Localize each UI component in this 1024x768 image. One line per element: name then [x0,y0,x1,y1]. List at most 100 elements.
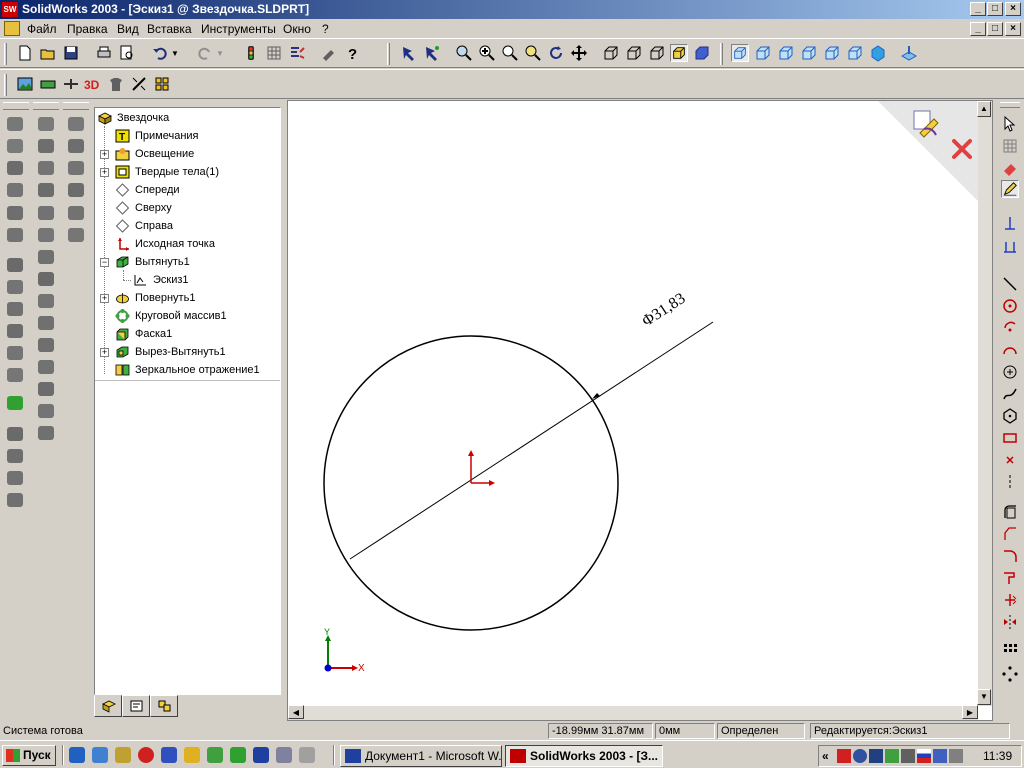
network-tray-icon[interactable] [869,749,883,763]
arrows-icon[interactable] [62,75,80,93]
menu-help[interactable]: ? [322,22,329,36]
maximize-button[interactable]: □ [987,2,1003,16]
loft-icon[interactable] [7,183,23,197]
select-filter2-icon[interactable] [423,44,441,62]
cut-extrude-tool-icon[interactable] [7,206,23,220]
expand-toggle[interactable]: + [100,294,109,303]
undo-dropdown-icon[interactable]: ▼ [171,49,179,58]
sketch-icon[interactable] [1001,180,1019,198]
measure-icon[interactable] [130,75,148,93]
task-word-document[interactable]: Документ1 - Microsoft W... [340,745,502,767]
planar-surface-icon[interactable] [38,272,54,286]
horizontal-scrollbar[interactable]: ◀ ▶ [288,705,978,720]
rib-icon[interactable] [7,302,23,316]
linear-sketch-pattern-icon[interactable] [1001,641,1019,659]
zoom-selection-icon[interactable] [524,44,542,62]
select-filter-icon[interactable] [400,44,418,62]
revolve-boss-icon[interactable] [7,139,23,153]
linear-pattern-icon[interactable] [7,427,23,441]
knit-surface-icon[interactable] [38,250,54,264]
thicken-icon[interactable] [38,426,54,440]
eraser-icon[interactable] [1001,159,1019,177]
toolbar-grip[interactable] [387,43,390,65]
tray-expand-button[interactable]: « [822,749,829,763]
3d-icon[interactable]: 3D [83,75,101,93]
options-icon[interactable] [288,44,306,62]
tab-feature-manager[interactable] [94,695,122,717]
new-file-icon[interactable] [16,44,34,62]
vertical-scrollbar[interactable]: ▲ ▼ [977,101,992,706]
print-icon[interactable] [95,44,113,62]
doc-close-button[interactable]: × [1005,22,1021,36]
replace-face-icon[interactable] [38,382,54,396]
toolbar-grip[interactable] [1000,102,1020,108]
task-solidworks[interactable]: SolidWorks 2003 - [З... [505,745,663,767]
surface-sweep-icon[interactable] [38,161,54,175]
zoom-area-icon[interactable] [478,44,496,62]
scroll-left-button[interactable]: ◀ [288,705,304,719]
book-icon[interactable] [161,747,177,763]
toolbar-grip[interactable] [720,43,723,65]
extrude-boss-icon[interactable] [7,117,23,131]
offset-surface-icon[interactable] [38,206,54,220]
scroll-right-button[interactable]: ▶ [962,705,978,719]
tab-property-manager[interactable] [122,695,150,717]
redo-dropdown-icon[interactable]: ▼ [216,49,224,58]
rotate-view-icon[interactable] [547,44,565,62]
view-isometric-icon[interactable] [869,44,887,62]
save-icon[interactable] [62,44,80,62]
doc-restore-button[interactable]: □ [987,22,1003,36]
expand-toggle[interactable]: + [100,168,109,177]
network-icon[interactable] [230,747,246,763]
offset-entities-icon[interactable] [1001,547,1019,565]
sketch-grid-icon[interactable] [1001,137,1019,155]
shirt-icon[interactable] [107,75,125,93]
toolbar-grip[interactable] [33,102,59,110]
delete-face-icon[interactable] [38,360,54,374]
flex-icon[interactable] [68,139,84,153]
tray-app2-icon[interactable] [901,749,915,763]
sweep-icon[interactable] [7,161,23,175]
exit-sketch-icon[interactable] [910,107,942,139]
toolbar-grip[interactable] [3,102,29,110]
freeform-icon[interactable] [68,206,84,220]
expand-toggle[interactable]: + [100,150,109,159]
fill-surface-icon[interactable] [38,338,54,352]
centerline-icon[interactable] [1001,473,1019,491]
menu-insert[interactable]: Вставка [147,22,192,36]
minimize-button[interactable]: _ [970,2,986,16]
shell-icon[interactable] [7,324,23,338]
extend-surface-icon[interactable] [38,294,54,308]
line-icon[interactable] [1001,275,1019,293]
hole-icon[interactable] [7,368,23,382]
disk-icon[interactable] [299,747,315,763]
circular-pattern-tool-icon[interactable] [7,449,23,463]
hidden-gray-icon[interactable] [625,44,643,62]
cancel-sketch-icon[interactable] [950,137,974,161]
cut-revolve-icon[interactable] [7,228,23,242]
shaded-icon[interactable] [693,44,711,62]
tray-app-icon[interactable] [885,749,899,763]
indent-icon[interactable] [68,183,84,197]
menu-file[interactable]: Файл [27,22,57,36]
wrap-icon[interactable] [68,228,84,242]
select-icon[interactable] [1001,115,1019,133]
chamfer-tool-icon[interactable] [7,280,23,294]
circular-sketch-pattern-icon[interactable] [1001,665,1019,683]
view-bottom-icon[interactable] [846,44,864,62]
zoom-in-out-icon[interactable] [501,44,519,62]
rebuild-icon[interactable] [242,44,260,62]
pan-icon[interactable] [570,44,588,62]
document-icon[interactable] [4,21,20,36]
language-ru-icon[interactable] [917,749,931,763]
smart-dimension-icon[interactable] [1001,214,1019,232]
add-relation-icon[interactable] [1001,238,1019,256]
dome-icon[interactable] [68,117,84,131]
ie-icon[interactable] [69,747,85,763]
circle-icon[interactable] [1001,297,1019,315]
open-file-icon[interactable] [39,44,57,62]
toolbar-grip[interactable] [4,43,7,65]
convert-entities-icon[interactable] [1001,569,1019,587]
doc-minimize-button[interactable]: _ [970,22,986,36]
tools-icon[interactable] [320,44,338,62]
